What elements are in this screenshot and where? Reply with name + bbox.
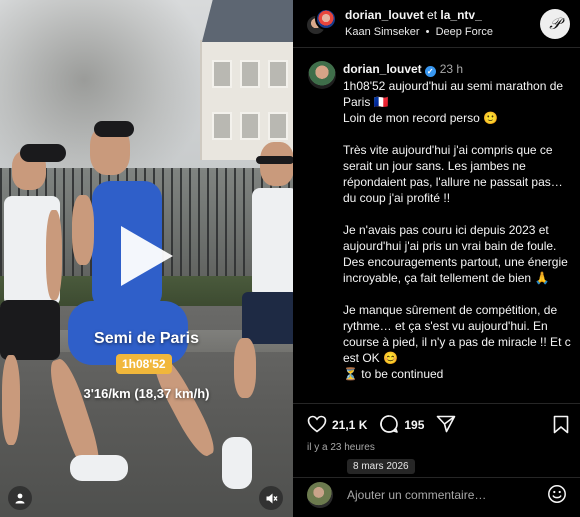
caption-line: ⏳ to be continued — [343, 367, 444, 381]
caption-line: Très vite aujourd'hui j'ai compris que c… — [343, 143, 567, 205]
action-bar: 21,1 K 195 — [307, 414, 456, 436]
caption-line: Je n'avais pas couru ici depuis 2023 et … — [343, 223, 572, 285]
user-icon[interactable] — [8, 486, 32, 510]
emoji-icon[interactable] — [547, 484, 567, 509]
post-age[interactable]: il y a 23 heures — [307, 442, 375, 453]
comment-count[interactable]: 195 — [404, 418, 424, 432]
caption-line: Loin de mon record perso 🙂 — [343, 111, 499, 125]
video-overlay-time: 1h08'52 — [116, 354, 172, 374]
comment-input[interactable]: Ajouter un commentaire… — [347, 488, 486, 502]
caption-header: dorian_louvet ✓ 23 h — [343, 62, 463, 77]
avatar[interactable] — [315, 8, 337, 30]
caption-line: Je manque sûrement de compétition, de ry… — [343, 303, 575, 365]
music-info[interactable]: Kaan Simseker • Deep Force — [345, 26, 493, 38]
header-joiner: et — [427, 8, 438, 22]
header-user1[interactable]: dorian_louvet — [345, 8, 424, 22]
mute-icon[interactable] — [259, 486, 283, 510]
collab-usernames: dorian_louvet et la_ntv_ — [345, 8, 482, 22]
avatar — [307, 482, 333, 508]
video-player[interactable]: Semi de Paris 1h08'52 3'16/km (18,37 km/… — [0, 0, 293, 517]
post-panel: dorian_louvet et la_ntv_ Kaan Simseker •… — [293, 0, 580, 517]
video-overlay-title: Semi de Paris — [94, 330, 199, 347]
caption-line — [343, 286, 575, 302]
like-count[interactable]: 21,1 K — [332, 418, 367, 432]
bookmark-icon[interactable] — [553, 415, 569, 439]
video-overlay-pace: 3'16/km (18,37 km/h) — [83, 386, 210, 401]
collab-avatars[interactable] — [305, 8, 337, 38]
caption-line: 1h08'52 aujourd'hui au semi marathon de … — [343, 79, 567, 109]
share-icon[interactable] — [436, 415, 456, 436]
header-user2[interactable]: la_ntv_ — [440, 8, 481, 22]
caption-time: 23 h — [439, 62, 464, 76]
caption-line — [343, 206, 575, 222]
verified-icon: ✓ — [424, 66, 436, 77]
play-icon[interactable] — [121, 226, 173, 286]
caption-username[interactable]: dorian_louvet — [343, 62, 422, 76]
music-track[interactable]: Deep Force — [436, 26, 493, 38]
avatar[interactable] — [308, 61, 336, 89]
comment-icon[interactable] — [379, 414, 399, 437]
music-separator: • — [425, 26, 430, 38]
music-artist[interactable]: Kaan Simseker — [345, 26, 420, 38]
date-tooltip: 8 mars 2026 — [347, 459, 415, 474]
divider — [293, 403, 580, 404]
caption-line — [343, 126, 575, 142]
heart-icon[interactable] — [307, 415, 327, 436]
brand-logo-icon[interactable]: 𝒫 — [540, 9, 570, 39]
divider — [293, 477, 580, 478]
post-header: dorian_louvet et la_ntv_ Kaan Simseker •… — [293, 0, 580, 48]
post-caption: 1h08'52 aujourd'hui au semi marathon de … — [343, 78, 575, 382]
